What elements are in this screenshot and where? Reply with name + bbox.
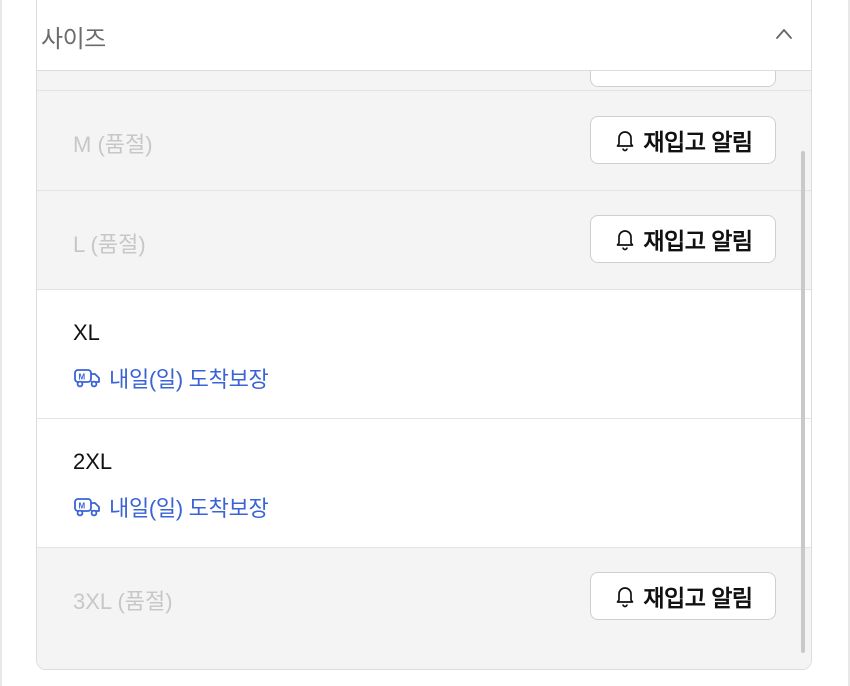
bell-icon <box>617 131 634 152</box>
svg-text:M: M <box>79 502 86 511</box>
delivery-guarantee: M 내일(일) 도착보장 <box>73 362 269 394</box>
size-option-xl[interactable]: XL M 내일(일) 도착보장 <box>37 290 811 419</box>
page-edge-left <box>0 0 2 686</box>
size-option-label: XL <box>73 320 100 345</box>
size-dropdown: 사이즈 M (품절) 재입고 알림 L (품절) 재입고 알림 XL M 내일(… <box>36 0 812 670</box>
delivery-text: 내일(일) 도착보장 <box>109 367 269 392</box>
size-option-l[interactable]: L (품절) 재입고 알림 <box>37 191 811 290</box>
truck-icon: M <box>74 369 100 388</box>
size-option-3xl[interactable]: 3XL (품절) 재입고 알림 <box>37 548 811 669</box>
restock-button-partial[interactable] <box>590 71 776 87</box>
restock-alert-label: 재입고 알림 <box>643 228 753 254</box>
chevron-up-icon[interactable] <box>775 25 793 43</box>
restock-alert-button[interactable]: 재입고 알림 <box>590 572 776 620</box>
size-option-list: M (품절) 재입고 알림 L (품절) 재입고 알림 XL M 내일(일) 도… <box>37 71 811 669</box>
size-option-m[interactable]: M (품절) 재입고 알림 <box>37 91 811 191</box>
truck-icon: M <box>74 498 100 517</box>
bell-icon <box>617 587 634 608</box>
restock-alert-label: 재입고 알림 <box>643 129 753 155</box>
size-option-label: 2XL <box>73 449 113 474</box>
size-option-label: M (품절) <box>73 132 153 157</box>
size-option-label: 3XL (품절) <box>73 589 173 614</box>
delivery-guarantee: M 내일(일) 도착보장 <box>73 491 269 523</box>
restock-alert-button[interactable]: 재입고 알림 <box>590 215 776 263</box>
size-option-label: L (품절) <box>73 232 146 257</box>
size-option-2xl[interactable]: 2XL M 내일(일) 도착보장 <box>37 419 811 548</box>
size-option-partial <box>37 71 811 91</box>
scrollbar-thumb[interactable] <box>801 151 805 653</box>
delivery-text: 내일(일) 도착보장 <box>109 496 269 521</box>
svg-text:M: M <box>79 373 86 382</box>
restock-alert-label: 재입고 알림 <box>643 585 753 611</box>
dropdown-title: 사이즈 <box>41 26 106 53</box>
dropdown-header[interactable]: 사이즈 <box>37 0 811 71</box>
restock-alert-button[interactable]: 재입고 알림 <box>590 116 776 164</box>
bell-icon <box>617 230 634 251</box>
